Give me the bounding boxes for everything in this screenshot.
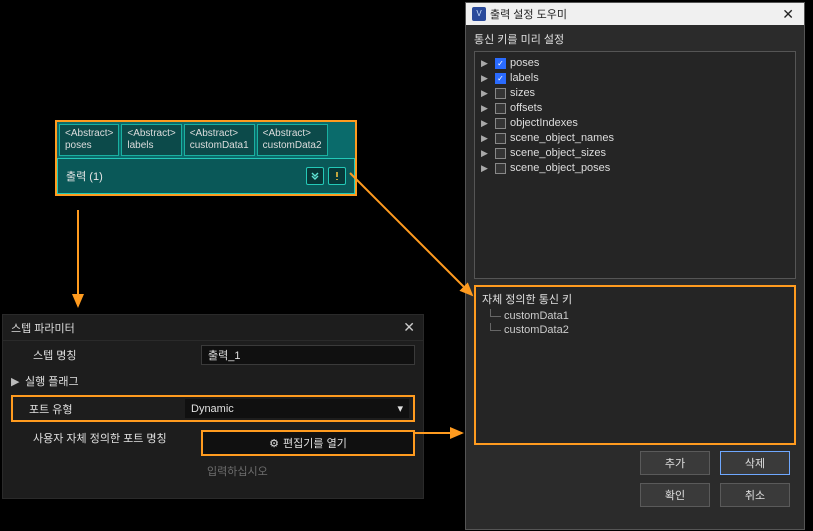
node-port[interactable]: <Abstract> labels [121, 124, 181, 156]
tree-item-label: objectIndexes [510, 116, 578, 131]
step-parameter-panel: 스텝 파라미터 ✕ 스텝 명칭 ▶ 실행 플래그 포트 유형 Dynamic ▾… [2, 314, 424, 499]
chevron-down-icon: ▾ [397, 402, 403, 415]
port-type: <Abstract> [127, 128, 175, 140]
node-port[interactable]: <Abstract> customData2 [257, 124, 328, 156]
checkbox[interactable] [495, 118, 506, 129]
tree-item[interactable]: ▶ sizes [479, 86, 791, 101]
chevron-right-icon[interactable]: ▶ [481, 161, 491, 176]
cancel-button[interactable]: 취소 [720, 483, 790, 507]
user-port-name-label: 사용자 자체 정의한 포트 명칭 [25, 430, 195, 446]
node-ports-row: <Abstract> poses <Abstract> labels <Abst… [57, 122, 355, 158]
checkbox[interactable] [495, 148, 506, 159]
tree-item-label: labels [510, 71, 539, 86]
tree-item[interactable]: ▶ objectIndexes [479, 116, 791, 131]
close-icon[interactable]: ✕ [403, 319, 415, 336]
custom-keys-box[interactable]: 자체 정의한 통신 키 customData1customData2 [474, 285, 796, 445]
add-button[interactable]: 추가 [640, 451, 710, 475]
chevron-right-icon[interactable]: ▶ [481, 146, 491, 161]
port-type-label: 포트 유형 [17, 401, 185, 417]
chevron-right-icon[interactable]: ▶ [481, 71, 491, 86]
step-panel-header: 스텝 파라미터 ✕ [3, 315, 423, 341]
node-title: 출력 (1) [66, 168, 103, 184]
port-type: <Abstract> [65, 128, 113, 140]
preset-keys-label: 통신 키를 미리 설정 [466, 25, 804, 51]
node-body: 출력 (1) [57, 158, 355, 194]
user-port-name-placeholder: 입력하십시오 [201, 460, 415, 482]
step-name-input[interactable] [201, 345, 415, 365]
custom-key-item[interactable]: customData2 [482, 323, 788, 337]
checkbox[interactable] [495, 58, 506, 69]
output-node[interactable]: <Abstract> poses <Abstract> labels <Abst… [55, 120, 357, 196]
chevron-right-icon[interactable]: ▶ [481, 116, 491, 131]
port-type-dropdown[interactable]: Dynamic ▾ [185, 399, 409, 418]
node-info-button[interactable] [328, 167, 346, 185]
tree-item[interactable]: ▶ scene_object_names [479, 131, 791, 146]
node-port[interactable]: <Abstract> poses [59, 124, 119, 156]
dialog-close-icon[interactable]: ✕ [778, 6, 798, 23]
custom-keys-label: 자체 정의한 통신 키 [482, 291, 788, 307]
port-type: <Abstract> [190, 128, 249, 140]
ok-button[interactable]: 확인 [640, 483, 710, 507]
tree-item-label: scene_object_sizes [510, 146, 606, 161]
port-type: <Abstract> [263, 128, 322, 140]
step-panel-title: 스텝 파라미터 [11, 320, 75, 336]
tree-item-label: sizes [510, 86, 535, 101]
gear-icon: ⚙ [269, 437, 279, 450]
tree-item[interactable]: ▶ offsets [479, 101, 791, 116]
chevron-right-icon[interactable]: ▶ [481, 101, 491, 116]
checkbox[interactable] [495, 73, 506, 84]
tree-item[interactable]: ▶ scene_object_sizes [479, 146, 791, 161]
node-expand-button[interactable] [306, 167, 324, 185]
checkbox[interactable] [495, 103, 506, 114]
port-name: customData2 [263, 140, 322, 152]
open-editor-button[interactable]: ⚙ 편집기를 열기 [201, 430, 415, 456]
tree-item-label: offsets [510, 101, 542, 116]
step-name-label: 스텝 명칭 [25, 347, 195, 363]
checkbox[interactable] [495, 88, 506, 99]
tree-item[interactable]: ▶ scene_object_poses [479, 161, 791, 176]
chevron-right-icon[interactable]: ▶ [481, 56, 491, 71]
port-name: poses [65, 140, 113, 152]
chevron-right-icon[interactable]: ▶ [11, 375, 19, 388]
tree-item-label: poses [510, 56, 539, 71]
checkbox[interactable] [495, 163, 506, 174]
dialog-title-text: 출력 설정 도우미 [490, 6, 567, 22]
app-icon: V [472, 7, 486, 21]
port-name: customData1 [190, 140, 249, 152]
preset-keys-tree[interactable]: ▶ poses ▶ labels ▶ sizes ▶ offsets ▶ objectIndexe… [474, 51, 796, 279]
tree-item-label: scene_object_poses [510, 161, 610, 176]
chevron-right-icon[interactable]: ▶ [481, 86, 491, 101]
delete-button[interactable]: 삭제 [720, 451, 790, 475]
tree-item-label: scene_object_names [510, 131, 614, 146]
port-type-value: Dynamic [191, 403, 234, 415]
open-editor-label: 편집기를 열기 [283, 435, 347, 451]
exec-flag-label: 실행 플래그 [25, 373, 195, 389]
node-port[interactable]: <Abstract> customData1 [184, 124, 255, 156]
custom-key-item[interactable]: customData1 [482, 309, 788, 323]
port-name: labels [127, 140, 175, 152]
tree-item[interactable]: ▶ labels [479, 71, 791, 86]
checkbox[interactable] [495, 133, 506, 144]
output-settings-dialog: V 출력 설정 도우미 ✕ 통신 키를 미리 설정 ▶poses▶labels▶… [465, 2, 805, 530]
dialog-titlebar[interactable]: V 출력 설정 도우미 ✕ [466, 3, 804, 25]
tree-item[interactable]: ▶ poses [479, 56, 791, 71]
chevron-right-icon[interactable]: ▶ [481, 131, 491, 146]
